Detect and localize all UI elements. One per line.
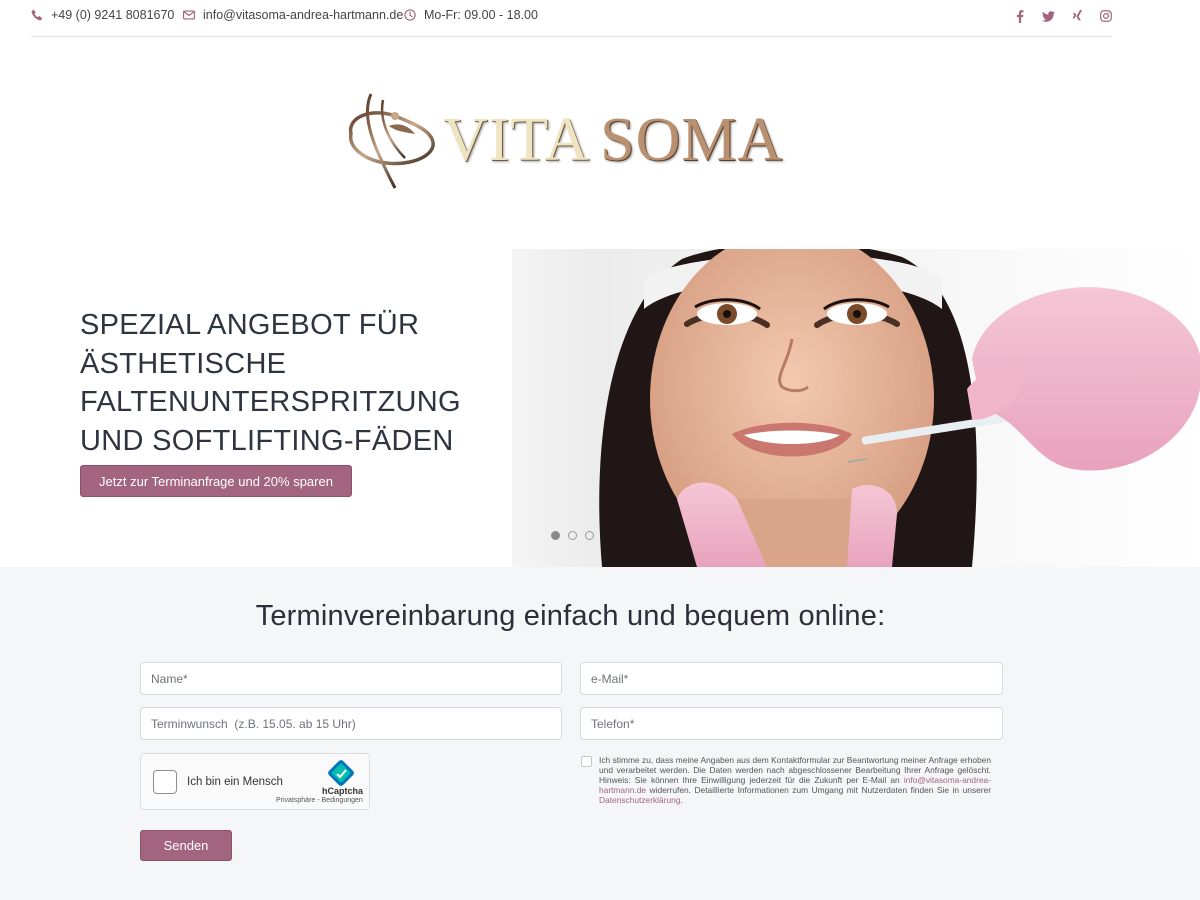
twitter-link[interactable] (1040, 8, 1056, 24)
hcaptcha-logo-icon (328, 760, 354, 786)
hcaptcha-widget: Ich bin ein Mensch hCaptcha Privatsphäre… (140, 753, 370, 810)
logo-wordmark: VITA SOMA (443, 108, 783, 172)
hours-text: Mo-Fr: 09.00 - 18.00 (424, 8, 538, 22)
email-info[interactable]: info@vitasoma-andrea-hartmann.de (183, 8, 403, 22)
top-bar: +49 (0) 9241 8081670 info@vitasoma-andre… (31, 0, 1112, 37)
submit-button[interactable]: Senden (140, 830, 232, 861)
hero-title: SPEZIAL ANGEBOT FÜR ÄSTHETISCHE FALTENUN… (80, 309, 461, 457)
twitter-icon (1041, 10, 1055, 22)
captcha-privacy-links[interactable]: Privatsphäre - Bedingungen (276, 797, 363, 804)
instagram-link[interactable] (1098, 8, 1114, 24)
phone-field[interactable] (580, 707, 1003, 740)
email-address[interactable]: info@vitasoma-andrea-hartmann.de (203, 8, 403, 22)
brand-logo[interactable]: VITA SOMA (343, 86, 793, 192)
logo-text-soma: SOMA (600, 106, 784, 174)
facebook-link[interactable] (1012, 8, 1028, 24)
slider-dot-1[interactable] (551, 531, 560, 540)
name-field[interactable] (140, 662, 562, 695)
clock-icon (404, 9, 416, 21)
consent-text-part3: . (680, 795, 683, 806)
email-field[interactable] (580, 662, 1003, 695)
slider-dots (551, 531, 594, 540)
consent-text: Ich stimme zu, dass meine Angaben aus de… (599, 755, 991, 805)
envelope-icon (183, 10, 195, 20)
xing-link[interactable] (1069, 8, 1085, 24)
hero-image (512, 249, 1200, 567)
privacy-policy-link[interactable]: Datenschutzerklärung (599, 795, 680, 805)
instagram-icon (1100, 10, 1112, 22)
xing-icon (1071, 9, 1082, 20)
logo-text-vita: VITA (443, 106, 591, 174)
captcha-checkbox[interactable] (153, 770, 177, 794)
hero-cta-button[interactable]: Jetzt zur Terminanfrage und 20% sparen (80, 465, 352, 497)
phone-icon (31, 9, 43, 21)
consent-checkbox[interactable] (581, 756, 592, 767)
slider-dot-2[interactable] (568, 531, 577, 540)
captcha-brand: hCaptcha (322, 786, 364, 796)
appointment-title: Terminvereinbarung einfach und bequem on… (255, 600, 886, 632)
captcha-label: Ich bin ein Mensch (187, 776, 283, 788)
hero-photo-illustration (599, 249, 1200, 567)
logo-emblem-icon (348, 93, 435, 189)
opening-hours: Mo-Fr: 09.00 - 18.00 (404, 8, 538, 22)
consent-text-part2: widerrufen. Detaillierte Informationen z… (646, 785, 991, 796)
phone-info[interactable]: +49 (0) 9241 8081670 (31, 8, 174, 22)
facebook-icon (1016, 9, 1024, 23)
appointment-wish-field[interactable] (140, 707, 562, 740)
slider-dot-3[interactable] (585, 531, 594, 540)
phone-number[interactable]: +49 (0) 9241 8081670 (51, 8, 174, 22)
